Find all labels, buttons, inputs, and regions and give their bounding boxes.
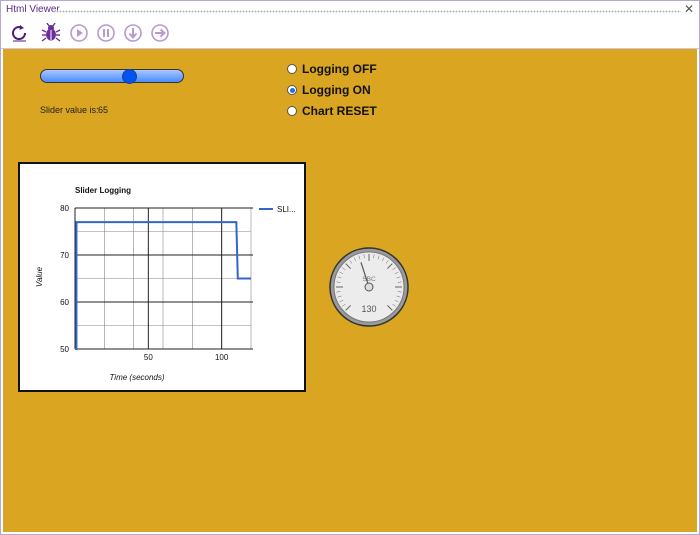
radio-label: Logging OFF xyxy=(302,62,377,76)
bug-icon[interactable] xyxy=(41,23,61,43)
step-over-icon[interactable] xyxy=(150,23,170,43)
slider-value-text: 65 xyxy=(98,105,109,115)
html-content: Slider value is: 65 Logging OFF Logging … xyxy=(3,49,697,532)
title-bar: Html Viewer ✕ xyxy=(1,1,699,19)
title-bar-grip xyxy=(53,10,681,13)
gauge-value: 130 xyxy=(361,304,376,314)
refresh-icon[interactable] xyxy=(9,23,29,43)
toolbar xyxy=(1,19,699,49)
y-tick-label: 70 xyxy=(60,251,69,260)
y-tick-label: 80 xyxy=(60,204,69,213)
value-slider[interactable] xyxy=(40,69,184,84)
pause-icon[interactable] xyxy=(96,23,116,43)
radio-chart-reset[interactable]: Chart RESET xyxy=(287,104,377,118)
slider-thumb[interactable] xyxy=(122,69,138,84)
y-axis-label: Value xyxy=(35,266,44,287)
x-tick-label: 50 xyxy=(144,353,153,362)
window-title: Html Viewer xyxy=(6,4,60,15)
y-tick-label: 50 xyxy=(60,345,69,354)
y-tick-label: 60 xyxy=(60,298,69,307)
radio-button[interactable] xyxy=(287,85,297,95)
slider-value-label: Slider value is: xyxy=(40,105,99,115)
radio-logging-on[interactable]: Logging ON xyxy=(287,83,371,97)
legend-label: SLI... xyxy=(277,205,296,214)
html-viewer-window: Html Viewer ✕ Slider value is: 65 Loggin… xyxy=(0,0,700,535)
gauge-hub xyxy=(364,282,374,292)
sbc-gauge: SBC 130 xyxy=(328,246,410,333)
radio-button[interactable] xyxy=(287,106,297,116)
radio-label: Chart RESET xyxy=(302,104,377,118)
radio-label: Logging ON xyxy=(302,83,371,97)
slider-logging-chart: Slider Logging Time (seconds) Value SLI.… xyxy=(18,162,306,392)
x-tick-label: 100 xyxy=(215,353,229,362)
radio-logging-off[interactable]: Logging OFF xyxy=(287,62,377,76)
close-icon[interactable]: ✕ xyxy=(684,2,694,16)
play-icon[interactable] xyxy=(69,23,89,43)
gauge-label: SBC xyxy=(362,276,376,283)
chart-svg: Slider Logging Time (seconds) Value SLI.… xyxy=(35,186,296,382)
chart-title: Slider Logging xyxy=(75,186,131,195)
step-into-icon[interactable] xyxy=(123,23,143,43)
x-axis-label: Time (seconds) xyxy=(109,373,164,382)
radio-button[interactable] xyxy=(287,64,297,74)
